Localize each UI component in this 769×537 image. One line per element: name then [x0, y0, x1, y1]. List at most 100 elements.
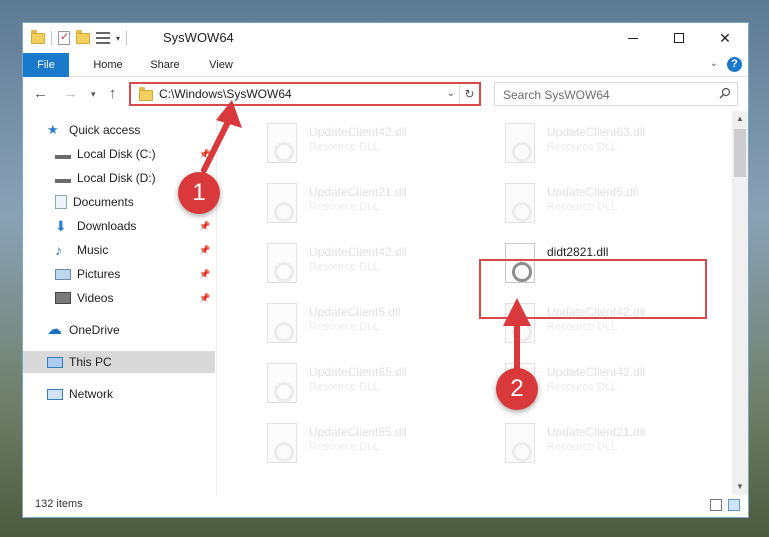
chevron-down-icon[interactable]: ▾ — [116, 34, 120, 43]
file-name: UpdateClient65.dll — [309, 365, 408, 379]
music-icon: ♪ — [55, 242, 62, 258]
documents-icon — [55, 195, 67, 209]
sidebar-item-music[interactable]: ♪ Music 📌 — [23, 239, 215, 261]
tab-home[interactable]: Home — [81, 53, 135, 77]
sidebar-item-downloads[interactable]: ⬇ Downloads 📌 — [23, 215, 215, 237]
sidebar-item-quick-access[interactable]: ★ Quick access — [23, 119, 215, 141]
pictures-icon — [55, 268, 71, 280]
navigation-bar: ← → ▾ ↑ C:\Windows\SysWOW64 ⌄ ↻ Search S… — [23, 79, 748, 109]
pin-icon[interactable]: 📌 — [199, 245, 210, 256]
forward-button[interactable]: → — [63, 85, 78, 102]
file-name: UpdateClient42.dll — [309, 245, 408, 259]
file-name: UpdateClient65.dll — [309, 425, 408, 439]
file-name: UpdateClient21.dll — [309, 185, 408, 199]
dll-file-icon — [267, 303, 297, 343]
sidebar-item-local-disk-c[interactable]: Local Disk (C:) 📌 — [23, 143, 215, 165]
file-item[interactable]: UpdateClient5.dll Resource DLL — [237, 299, 457, 353]
sidebar-item-onedrive[interactable]: ☁ OneDrive — [23, 319, 215, 341]
file-item[interactable]: UpdateClient42.dll Resource DLL — [237, 119, 457, 173]
sidebar-item-network[interactable]: Network — [23, 383, 215, 405]
sidebar-item-label: Videos — [77, 291, 114, 305]
file-type: Resource DLL — [309, 261, 380, 273]
minimize-icon — [628, 37, 638, 39]
folder-icon — [31, 29, 45, 44]
file-type: Resource DLL — [309, 201, 380, 213]
pin-icon[interactable]: 📌 — [199, 293, 210, 304]
search-icon[interactable] — [719, 87, 731, 99]
tab-file[interactable]: File — [23, 53, 69, 77]
help-icon[interactable]: ? — [727, 57, 742, 72]
back-button[interactable]: ← — [33, 85, 48, 102]
dll-file-icon — [267, 123, 297, 163]
new-folder-icon[interactable] — [76, 29, 90, 44]
pin-icon[interactable]: 📌 — [199, 149, 210, 160]
sidebar-item-label: This PC — [69, 355, 112, 369]
large-icons-view-icon[interactable] — [728, 499, 740, 511]
sidebar-item-label: OneDrive — [69, 323, 120, 337]
file-name: UpdateClient21.dll — [547, 425, 646, 439]
pc-icon — [47, 356, 63, 368]
chevron-down-icon[interactable]: ⌄ — [447, 88, 455, 99]
tab-view[interactable]: View — [199, 53, 243, 77]
step-1-badge: 1 — [178, 172, 220, 214]
dll-file-icon — [267, 423, 297, 463]
sidebar-item-label: Pictures — [77, 267, 121, 281]
pin-icon[interactable]: 📌 — [199, 221, 210, 232]
dll-file-icon — [505, 423, 535, 463]
pin-icon[interactable]: 📌 — [199, 269, 210, 280]
file-type: Resource DLL — [309, 441, 380, 453]
sidebar-item-this-pc[interactable]: This PC — [23, 351, 215, 373]
properties-icon[interactable] — [58, 30, 70, 45]
drive-icon — [55, 149, 71, 159]
up-button[interactable]: ↑ — [109, 85, 117, 102]
highlight-box — [479, 259, 707, 319]
file-item[interactable]: UpdateClient21.dll Resource DLL — [475, 419, 695, 473]
maximize-button[interactable] — [656, 23, 702, 53]
file-type: Resource DLL — [309, 381, 380, 393]
file-type: Resource DLL — [309, 141, 380, 153]
details-view-icon[interactable] — [710, 499, 722, 511]
title-bar: ▾ SysWOW64 ✕ — [23, 23, 748, 53]
downloads-icon: ⬇ — [55, 218, 67, 234]
file-type: Resource DLL — [547, 381, 618, 393]
navigation-pane: ★ Quick access Local Disk (C:) 📌 Local D… — [23, 115, 215, 495]
sidebar-item-videos[interactable]: Videos 📌 — [23, 287, 215, 309]
file-item[interactable]: UpdateClient65.dll Resource DLL — [237, 359, 457, 413]
file-item[interactable]: UpdateClient42.dll Resource DLL — [237, 239, 457, 293]
file-type: Resource DLL — [547, 141, 618, 153]
close-button[interactable]: ✕ — [702, 23, 748, 53]
network-icon — [47, 388, 63, 400]
maximize-icon — [674, 33, 684, 43]
address-path[interactable]: C:\Windows\SysWOW64 — [159, 87, 292, 101]
search-input[interactable]: Search SysWOW64 — [494, 82, 738, 106]
sidebar-item-label: Quick access — [69, 123, 141, 137]
file-type: Resource DLL — [547, 321, 618, 333]
sidebar-item-pictures[interactable]: Pictures 📌 — [23, 263, 215, 285]
minimize-button[interactable] — [610, 23, 656, 53]
scroll-up-icon[interactable]: ▲ — [732, 111, 748, 127]
drive-icon — [55, 173, 71, 183]
file-item[interactable]: UpdateClient21.dll Resource DLL — [237, 179, 457, 233]
view-switcher — [710, 499, 740, 511]
address-bar[interactable]: C:\Windows\SysWOW64 ⌄ ↻ — [129, 82, 481, 106]
customize-toolbar-icon[interactable] — [96, 32, 110, 44]
expand-ribbon-icon[interactable]: ⌄ — [710, 58, 718, 69]
quick-access-toolbar: ▾ — [31, 29, 128, 47]
refresh-button[interactable]: ↻ — [459, 84, 479, 104]
file-type: Resource DLL — [309, 321, 380, 333]
dll-file-icon — [505, 183, 535, 223]
tab-share[interactable]: Share — [141, 53, 189, 77]
dll-file-icon — [267, 183, 297, 223]
sidebar-item-label: Local Disk (D:) — [77, 171, 156, 185]
step-2-badge: 2 — [496, 368, 538, 410]
file-item[interactable]: UpdateClient65.dll Resource DLL — [237, 419, 457, 473]
recent-locations-button[interactable]: ▾ — [91, 89, 96, 100]
file-item[interactable]: UpdateClient5.dll Resource DLL — [475, 179, 695, 233]
file-name: didt2821.dll — [547, 245, 609, 259]
scroll-thumb[interactable] — [734, 129, 746, 177]
dll-file-icon — [267, 243, 297, 283]
caption-buttons: ✕ — [610, 23, 748, 53]
status-bar: 132 items — [23, 493, 748, 517]
vertical-scrollbar[interactable]: ▲ ▼ — [732, 111, 748, 495]
file-item[interactable]: UpdateClient63.dll Resource DLL — [475, 119, 695, 173]
